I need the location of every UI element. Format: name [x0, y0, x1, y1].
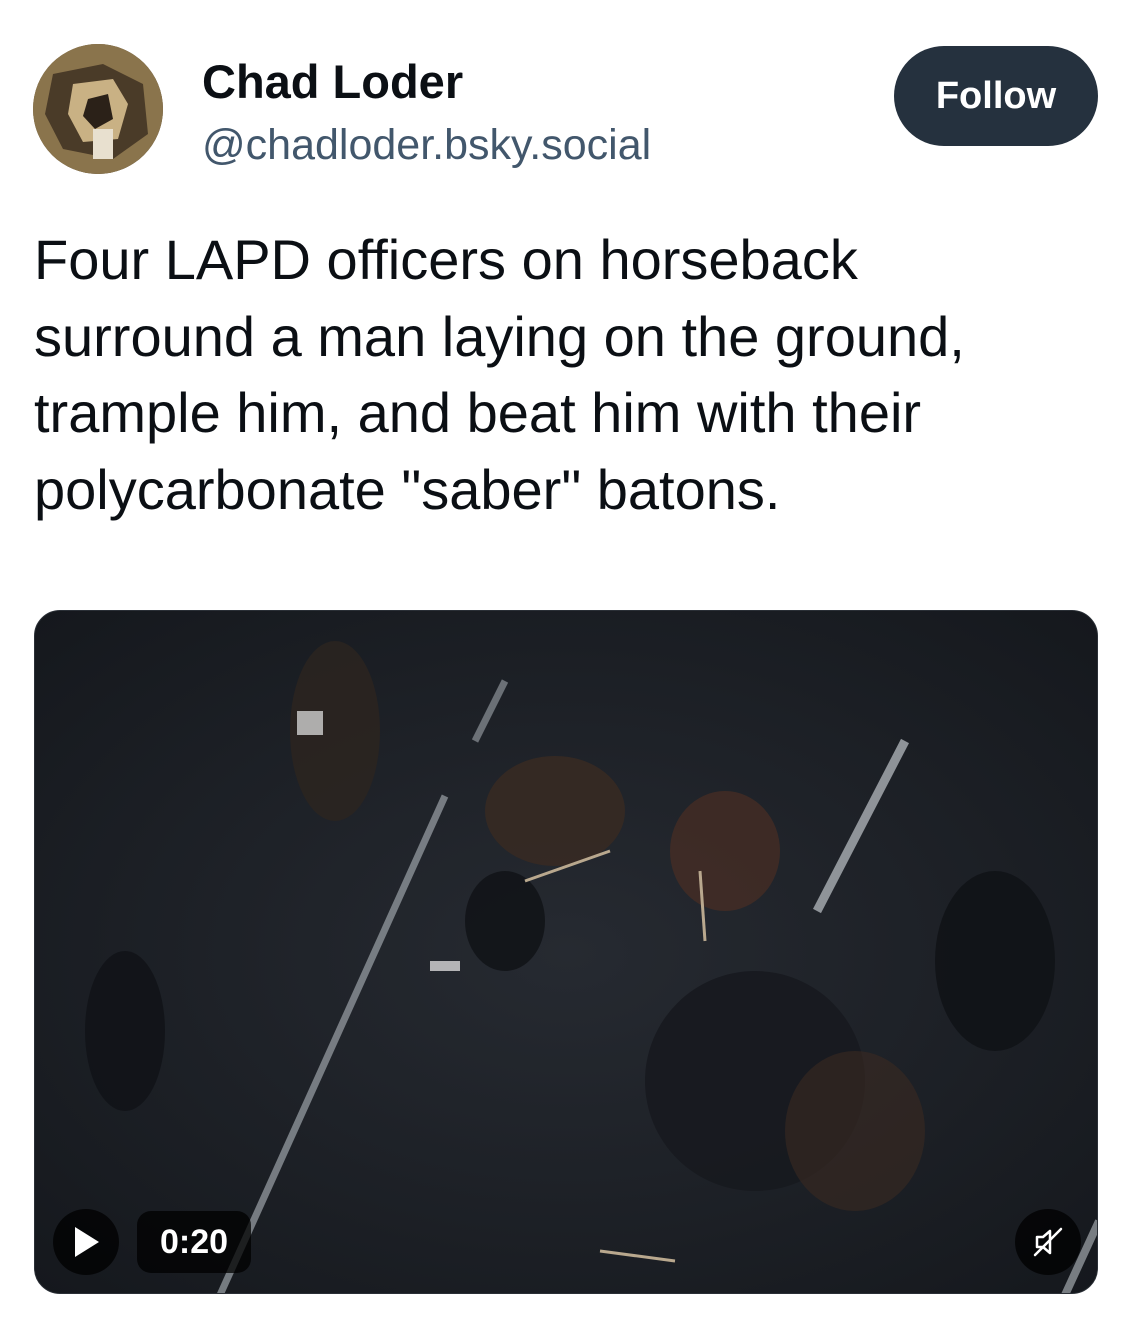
author-display-name[interactable]: Chad Loder [202, 52, 463, 112]
play-icon [75, 1227, 99, 1257]
author-handle[interactable]: @chadloder.bsky.social [202, 117, 651, 173]
avatar[interactable] [33, 44, 163, 174]
post-text-line: polycarbonate "saber" batons. [34, 457, 781, 521]
play-button[interactable] [53, 1209, 119, 1275]
muted-speaker-icon [1033, 1227, 1063, 1257]
video-player[interactable]: 0:20 [34, 610, 1098, 1294]
post-text-line: trample him, and beat him with their [34, 381, 922, 444]
post-text-line: Four LAPD officers on horseback [34, 228, 858, 291]
avatar-image [33, 44, 163, 174]
mute-button[interactable] [1015, 1209, 1081, 1275]
follow-button[interactable]: Follow [894, 46, 1098, 146]
video-thumbnail [35, 611, 1097, 1293]
video-duration: 0:20 [137, 1211, 251, 1273]
post-text: Four LAPD officers on horseback surround… [34, 222, 1094, 528]
post-text-line: surround a man laying on the ground, [34, 304, 965, 368]
